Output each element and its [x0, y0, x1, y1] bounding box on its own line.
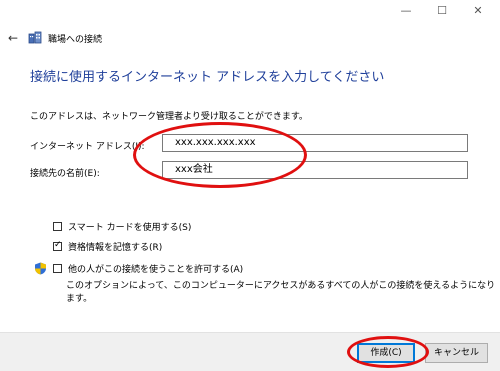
- smartcard-checkbox[interactable]: [53, 222, 62, 231]
- allow-others-note: このオプションによって、このコンピューターにアクセスがあるすべての人がこの接続を…: [66, 281, 496, 304]
- description-text: このアドレスは、ネットワーク管理者より受け取ることができます。: [30, 112, 308, 122]
- back-arrow-icon[interactable]: ←: [8, 31, 24, 45]
- title-row: ← 職場への接続: [8, 30, 102, 46]
- allow-others-checkbox[interactable]: [53, 264, 62, 273]
- create-button[interactable]: 作成(C): [357, 343, 415, 363]
- maximize-button[interactable]: ☐: [436, 5, 448, 17]
- remember-credentials-label: 資格情報を記憶する(R): [68, 243, 163, 253]
- minimize-button[interactable]: —: [400, 5, 412, 17]
- shield-icon: [34, 262, 47, 275]
- close-button[interactable]: ✕: [472, 5, 484, 17]
- smartcard-option[interactable]: スマート カードを使用する(S): [53, 220, 191, 233]
- allow-others-label: 他の人がこの接続を使うことを許可する(A): [68, 265, 244, 275]
- internet-address-label: インターネット アドレス(I):: [30, 142, 145, 152]
- remember-credentials-option[interactable]: 資格情報を記憶する(R): [53, 240, 162, 253]
- page-heading: 接続に使用するインターネット アドレスを入力してください: [30, 70, 385, 85]
- smartcard-label: スマート カードを使用する(S): [68, 223, 192, 233]
- destination-name-input[interactable]: xxx会社: [162, 161, 468, 179]
- remember-credentials-checkbox[interactable]: [53, 240, 62, 251]
- internet-address-input[interactable]: xxx.xxx.xxx.xxx: [162, 134, 468, 152]
- network-connection-icon: [28, 31, 42, 45]
- destination-name-label: 接続先の名前(E):: [30, 169, 100, 179]
- cancel-button[interactable]: キャンセル: [425, 343, 488, 363]
- dialog-title: 職場への接続: [48, 34, 103, 45]
- allow-others-option[interactable]: 他の人がこの接続を使うことを許可する(A): [34, 262, 243, 275]
